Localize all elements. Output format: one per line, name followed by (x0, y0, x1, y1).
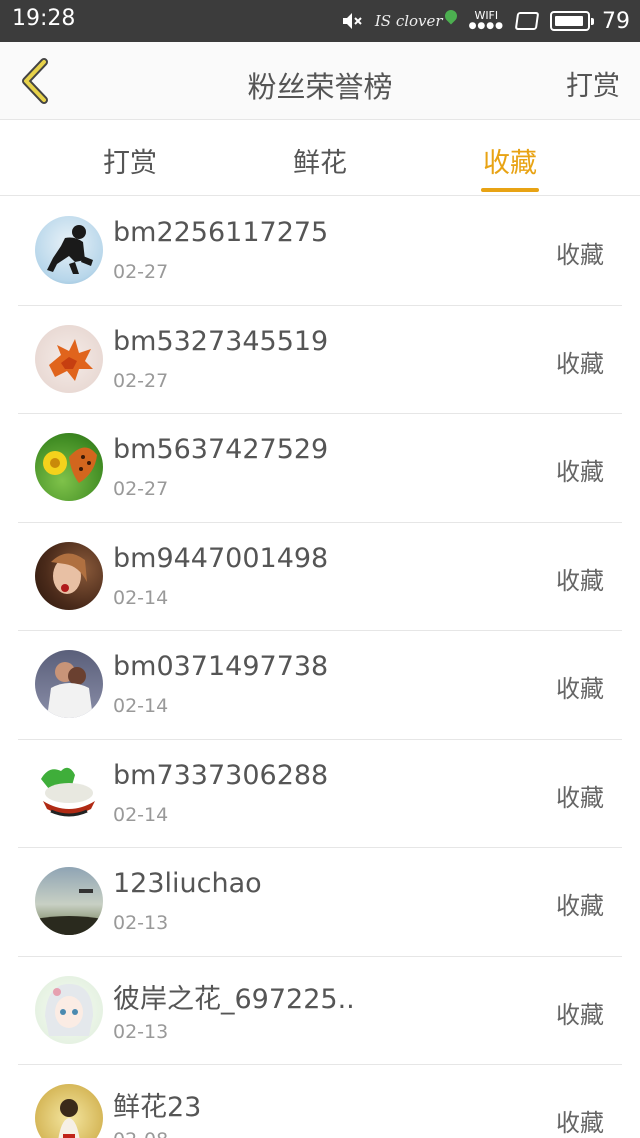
list-item[interactable]: bm0371497738 02-14 收藏 (0, 631, 640, 740)
favorite-label: 收藏 (556, 241, 604, 269)
status-bar: 19:28 IS clover WIFI ●●●● 79 (0, 0, 640, 42)
battery-icon (550, 11, 594, 31)
fan-date: 02-27 (113, 261, 169, 283)
list-item[interactable]: bm5327345519 02-27 收藏 (0, 306, 640, 415)
tab-label: 打赏 (103, 148, 157, 179)
list-item[interactable]: 123liuchao 02-13 收藏 (0, 848, 640, 957)
list-item[interactable]: 鲜花23 02-08 收藏 (0, 1065, 640, 1138)
favorite-label: 收藏 (556, 1000, 604, 1029)
couple-hug-avatar (47, 662, 93, 718)
sky-landscape-avatar (35, 889, 103, 935)
favorite-label: 收藏 (556, 783, 604, 812)
avatar (35, 975, 103, 1044)
tab-bar: 打赏 鲜花 收藏 (0, 121, 640, 196)
avatar (35, 758, 103, 827)
status-icons: IS clover WIFI ●●●● 79 (341, 0, 630, 42)
fan-date: 02-08 (113, 1129, 168, 1138)
wifi-label: WIFI (474, 9, 499, 22)
tab-flowers[interactable]: 鲜花 (260, 121, 380, 196)
tab-label: 鲜花 (293, 148, 347, 179)
fan-date: 02-27 (113, 369, 169, 392)
tab-label: 收藏 (483, 148, 537, 179)
favorite-label: 收藏 (556, 458, 604, 486)
fan-date: 02-13 (113, 1020, 169, 1043)
mute-icon (341, 10, 363, 32)
active-tab-indicator (481, 188, 539, 192)
list-item[interactable]: bm7337306288 02-14 收藏 (0, 740, 640, 849)
girl-bokeh-avatar (58, 1099, 80, 1138)
list-item[interactable]: 彼岸之花_697225.. 02-13 收藏 (0, 957, 640, 1066)
anime-girl-avatar (45, 983, 93, 1036)
favorite-label: 收藏 (556, 566, 604, 595)
wifi-icon: WIFI ●●●● (469, 10, 504, 32)
favorite-label: 收藏 (556, 349, 604, 378)
list-item[interactable]: bm9447001498 02-14 收藏 (0, 523, 640, 632)
page-title: 粉丝荣誉榜 (247, 70, 393, 104)
fan-name: 123liuchao (113, 868, 262, 899)
avatar (35, 650, 103, 718)
list-item[interactable]: bm5637427529 02-27 收藏 (0, 414, 640, 523)
fan-list: bm2256117275 02-27 收藏 bm5327345519 02-27… (0, 197, 640, 1138)
list-item[interactable]: bm2256117275 02-27 收藏 (0, 197, 640, 306)
tab-favorites[interactable]: 收藏 (450, 121, 570, 196)
orange-flower-avatar (49, 338, 93, 381)
fan-name: bm0371497738 (113, 651, 329, 682)
favorite-label: 收藏 (556, 892, 604, 920)
chimpanzee-avatar (47, 225, 93, 274)
favorite-label: 收藏 (556, 1109, 604, 1137)
favorite-label: 收藏 (556, 675, 604, 703)
fan-date: 02-27 (113, 478, 169, 500)
fan-name: 鲜花23 (113, 1092, 202, 1123)
tab-reward[interactable]: 打赏 (70, 121, 190, 196)
fan-name: bm7337306288 (113, 759, 329, 791)
fan-name: bm5637427529 (113, 434, 329, 465)
fan-name: bm9447001498 (113, 542, 329, 574)
avatar (35, 433, 103, 501)
fan-name: bm5327345519 (113, 325, 329, 357)
reward-button[interactable]: 打赏 (566, 64, 620, 103)
avatar (35, 867, 103, 935)
jade-cabbage-avatar (41, 767, 95, 816)
carrier-label: IS clover (374, 12, 443, 30)
header-bar: 粉丝荣誉榜 打赏 (0, 42, 640, 120)
battery-level: 79 (602, 8, 630, 34)
avatar (35, 216, 103, 284)
wifi-dots: ●●●● (468, 21, 504, 31)
woman-portrait-avatar (51, 552, 87, 594)
status-time: 19:28 (12, 6, 76, 31)
avatar (35, 541, 103, 610)
avatar (35, 1084, 103, 1138)
fan-date: 02-14 (113, 695, 169, 717)
fan-name: 彼岸之花_697225.. (113, 983, 355, 1015)
fan-date: 02-14 (113, 586, 169, 609)
screen-icon (514, 12, 540, 30)
fan-date: 02-14 (113, 803, 169, 826)
fan-date: 02-13 (113, 912, 169, 934)
avatar (35, 324, 103, 393)
clover-icon (442, 7, 460, 25)
fan-name: bm2256117275 (113, 217, 329, 248)
butterfly-avatar (43, 447, 97, 483)
carrier-name: IS clover (374, 7, 460, 30)
